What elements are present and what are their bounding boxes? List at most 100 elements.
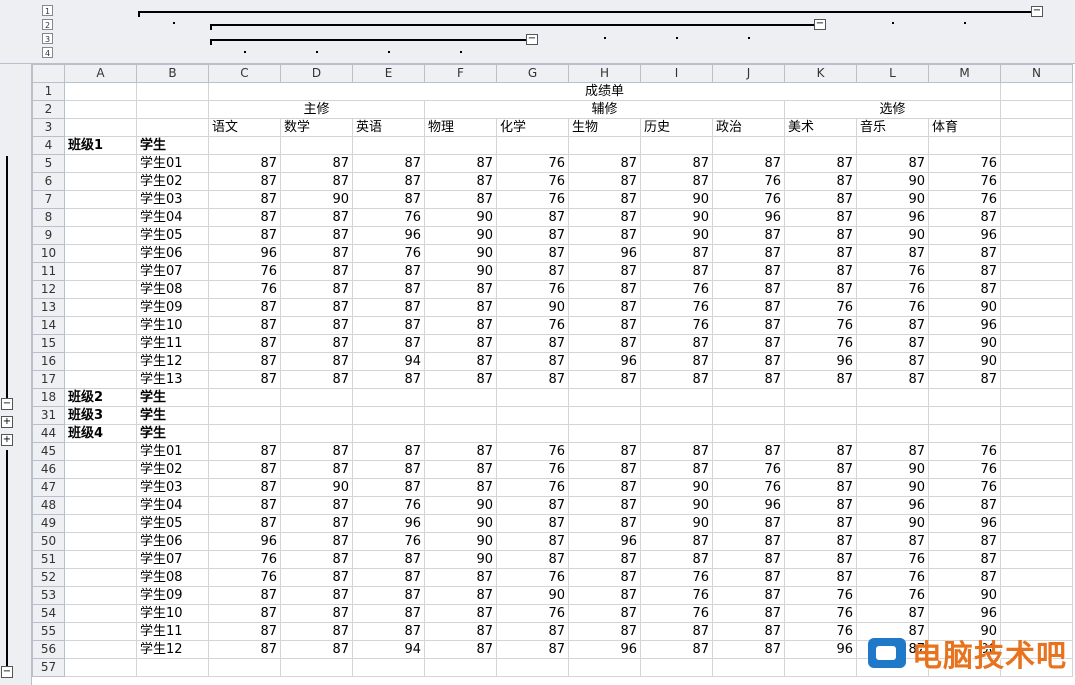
cell[interactable] xyxy=(424,136,497,155)
cell[interactable] xyxy=(568,406,641,425)
cell[interactable] xyxy=(64,496,137,515)
column-header[interactable]: I xyxy=(640,64,713,83)
score-cell[interactable]: 87 xyxy=(928,496,1001,515)
score-cell[interactable]: 87 xyxy=(784,442,857,461)
score-cell[interactable]: 76 xyxy=(928,172,1001,191)
cell[interactable] xyxy=(1000,208,1073,227)
cell[interactable] xyxy=(1000,496,1073,515)
score-cell[interactable]: 87 xyxy=(496,514,569,533)
cell[interactable] xyxy=(784,136,857,155)
cell[interactable] xyxy=(1000,586,1073,605)
score-cell[interactable]: 87 xyxy=(280,568,353,587)
score-cell[interactable]: 76 xyxy=(712,190,785,209)
cell[interactable] xyxy=(64,334,137,353)
cell[interactable] xyxy=(64,532,137,551)
score-cell[interactable]: 76 xyxy=(208,262,281,281)
cell[interactable] xyxy=(1000,568,1073,587)
score-cell[interactable]: 87 xyxy=(568,550,641,569)
cell[interactable] xyxy=(496,406,569,425)
score-cell[interactable]: 76 xyxy=(640,586,713,605)
score-cell[interactable]: 87 xyxy=(280,262,353,281)
cell[interactable] xyxy=(1000,388,1073,407)
score-cell[interactable]: 90 xyxy=(856,226,929,245)
score-cell[interactable]: 87 xyxy=(496,334,569,353)
column-header[interactable]: F xyxy=(424,64,497,83)
cell[interactable] xyxy=(280,388,353,407)
row-header[interactable]: 45 xyxy=(32,442,65,461)
score-cell[interactable]: 76 xyxy=(928,190,1001,209)
cell[interactable] xyxy=(64,586,137,605)
cell[interactable] xyxy=(784,424,857,443)
score-cell[interactable]: 76 xyxy=(496,316,569,335)
score-cell[interactable]: 90 xyxy=(424,496,497,515)
score-cell[interactable]: 76 xyxy=(784,298,857,317)
score-cell[interactable]: 76 xyxy=(856,550,929,569)
row-header[interactable]: 47 xyxy=(32,478,65,497)
row-header[interactable]: 44 xyxy=(32,424,65,443)
cell[interactable] xyxy=(64,550,137,569)
score-cell[interactable]: 87 xyxy=(208,298,281,317)
score-cell[interactable]: 87 xyxy=(496,622,569,641)
score-cell[interactable]: 87 xyxy=(208,370,281,389)
score-cell[interactable]: 94 xyxy=(352,352,425,371)
row-header[interactable]: 1 xyxy=(32,82,65,101)
score-cell[interactable]: 87 xyxy=(208,208,281,227)
score-cell[interactable]: 87 xyxy=(496,640,569,659)
subject-header-cell[interactable]: 生物 xyxy=(568,118,641,137)
cell[interactable] xyxy=(64,604,137,623)
score-cell[interactable]: 87 xyxy=(424,370,497,389)
score-cell[interactable]: 87 xyxy=(640,154,713,173)
cell[interactable] xyxy=(1000,442,1073,461)
row-header[interactable]: 4 xyxy=(32,136,65,155)
cell[interactable] xyxy=(280,424,353,443)
score-cell[interactable]: 87 xyxy=(568,586,641,605)
row-header[interactable]: 6 xyxy=(32,172,65,191)
cell[interactable] xyxy=(1000,118,1073,137)
score-cell[interactable]: 87 xyxy=(928,370,1001,389)
score-cell[interactable]: 87 xyxy=(280,316,353,335)
score-cell[interactable]: 87 xyxy=(928,532,1001,551)
score-cell[interactable]: 87 xyxy=(280,244,353,263)
cell[interactable] xyxy=(64,514,137,533)
score-cell[interactable]: 87 xyxy=(856,604,929,623)
student-name-cell[interactable]: 学生08 xyxy=(136,568,209,587)
row-header[interactable]: 3 xyxy=(32,118,65,137)
score-cell[interactable]: 87 xyxy=(856,154,929,173)
cell[interactable] xyxy=(640,424,713,443)
score-cell[interactable]: 76 xyxy=(496,568,569,587)
score-cell[interactable]: 87 xyxy=(784,172,857,191)
cell[interactable] xyxy=(496,658,569,677)
student-name-cell[interactable]: 学生03 xyxy=(136,190,209,209)
score-cell[interactable]: 87 xyxy=(856,442,929,461)
cell[interactable] xyxy=(1000,532,1073,551)
student-name-cell[interactable]: 学生04 xyxy=(136,208,209,227)
score-cell[interactable]: 76 xyxy=(784,586,857,605)
score-cell[interactable]: 87 xyxy=(568,496,641,515)
score-cell[interactable]: 87 xyxy=(352,262,425,281)
score-cell[interactable]: 96 xyxy=(784,640,857,659)
score-cell[interactable]: 90 xyxy=(640,496,713,515)
score-cell[interactable]: 76 xyxy=(496,154,569,173)
score-cell[interactable]: 87 xyxy=(856,244,929,263)
score-cell[interactable]: 76 xyxy=(784,604,857,623)
student-name-cell[interactable]: 学生02 xyxy=(136,460,209,479)
score-cell[interactable]: 87 xyxy=(280,370,353,389)
row-header[interactable]: 11 xyxy=(32,262,65,281)
score-cell[interactable]: 87 xyxy=(208,334,281,353)
report-title-cell[interactable]: 成绩单 xyxy=(208,82,1001,101)
cell[interactable] xyxy=(928,136,1001,155)
score-cell[interactable]: 87 xyxy=(496,244,569,263)
score-cell[interactable]: 76 xyxy=(496,460,569,479)
row-header[interactable]: 15 xyxy=(32,334,65,353)
score-cell[interactable]: 87 xyxy=(712,226,785,245)
score-cell[interactable]: 87 xyxy=(352,154,425,173)
score-cell[interactable]: 87 xyxy=(280,352,353,371)
score-cell[interactable]: 87 xyxy=(568,226,641,245)
row-header[interactable]: 14 xyxy=(32,316,65,335)
cell[interactable] xyxy=(64,280,137,299)
score-cell[interactable]: 87 xyxy=(424,442,497,461)
score-cell[interactable]: 87 xyxy=(280,514,353,533)
cell[interactable] xyxy=(64,154,137,173)
row-header[interactable]: 48 xyxy=(32,496,65,515)
cell[interactable] xyxy=(1000,316,1073,335)
